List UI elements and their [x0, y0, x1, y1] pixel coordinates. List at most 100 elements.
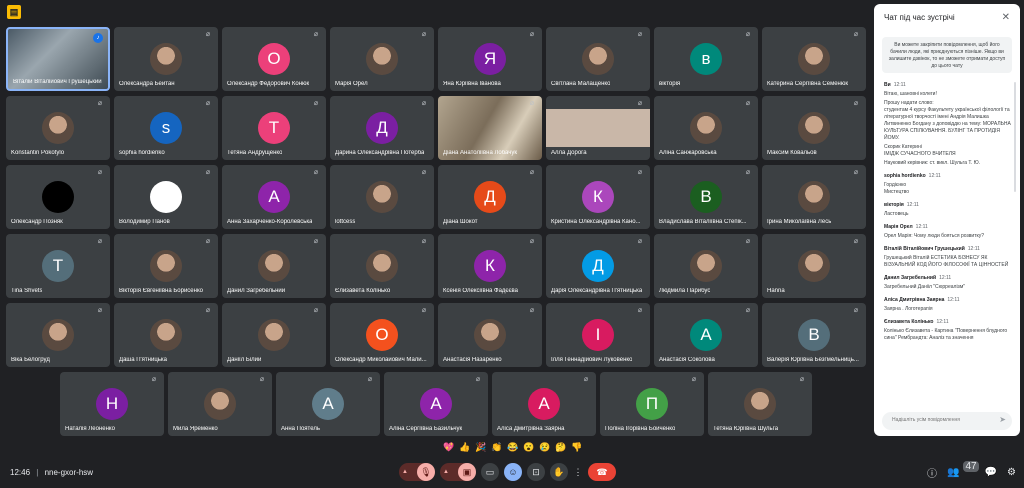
mic-off-button[interactable]: 🎙	[417, 463, 435, 481]
mic-muted-icon: ⌀	[421, 307, 427, 314]
participant-tile[interactable]: ⌀ Вікторія Євгеніївна Борисенко	[114, 234, 218, 298]
participant-tile[interactable]: ⌀ Тетяна Юріївна Шульга	[708, 372, 812, 436]
reaction-emoji[interactable]: 💖	[443, 442, 454, 453]
participant-tile[interactable]: ⌀ Максим Ковальов	[762, 96, 866, 160]
chat-author: Віталій Віталійович Грушецький	[884, 246, 965, 252]
mic-muted-icon: ⌀	[637, 238, 643, 245]
reaction-emoji[interactable]: 👏	[491, 442, 502, 453]
participant-tile[interactable]: ⌀ Даніїл Білий	[222, 303, 326, 367]
reaction-emoji[interactable]: 😂	[507, 442, 518, 453]
avatar	[258, 250, 290, 282]
avatar: Н	[96, 388, 128, 420]
participant-tile[interactable]: ⌀ Марія Орел	[330, 27, 434, 91]
participant-tile[interactable]: А ⌀ Аліса Дмитрівна Заярна	[492, 372, 596, 436]
chat-timestamp: 12:11	[928, 173, 941, 179]
participant-name: Світлана Малащенко	[551, 81, 611, 87]
mic-muted-icon: ⌀	[637, 100, 643, 107]
camera-options-chevron-icon[interactable]: ▲	[443, 469, 449, 475]
participant-tile[interactable]: ⌀ Konstantin Pokotylo	[6, 96, 110, 160]
participant-tile[interactable]: О ⌀ Олександр Федорович Конюк	[222, 27, 326, 91]
participant-tile[interactable]: ⌀ Діана Анатоліївна Лобачук	[438, 96, 542, 160]
participant-tile[interactable]: О ⌀ Олександр Миколайович Мали...	[330, 303, 434, 367]
participant-tile[interactable]: ⌀ Світлана Малащенко	[546, 27, 650, 91]
participant-tile[interactable]: ⌀ Ірина Миколаївна Лесь	[762, 165, 866, 229]
participants-count-badge: 47	[963, 461, 979, 472]
participant-tile[interactable]: в ⌀ вікторія	[654, 27, 758, 91]
reaction-emoji[interactable]: 😢	[539, 442, 550, 453]
participant-tile[interactable]: Т ⌀ Тетяна Андрущенко	[222, 96, 326, 160]
send-icon[interactable]: ➤	[999, 415, 1006, 424]
raise-hand-button[interactable]: ✋	[550, 463, 568, 481]
participant-tile[interactable]: І ⌀ Ілля Геннадійович Луковенко	[546, 303, 650, 367]
meeting-details-icon[interactable]: ⓘ	[927, 465, 937, 480]
activities-icon[interactable]: ⚙	[1007, 467, 1016, 478]
avatar: О	[366, 319, 398, 351]
participant-tile[interactable]: А ⌀ Анна Захарченко-Королевська	[222, 165, 326, 229]
participant-tile[interactable]: Д ⌀ Діана Шокот	[438, 165, 542, 229]
bottom-toolbar: 12:46 | nne-gxor-hsw ▲ 🎙 ▲ ▣ ▭ ☺ ⊡ ✋ ⋮ ☎…	[0, 460, 1024, 488]
participant-tile[interactable]: Д ⌀ Дарина Олександрівна Потерба	[330, 96, 434, 160]
participant-tile[interactable]: Д ⌀ Дарія Олександрівна П'ятницька	[546, 234, 650, 298]
participant-tile[interactable]: ⌀ Данил Загребельний	[222, 234, 326, 298]
participant-tile[interactable]: А ⌀ Анна Поятель	[276, 372, 380, 436]
participant-tile[interactable]: Н ⌀ Наталія Леоненко	[60, 372, 164, 436]
mic-muted-icon: ⌀	[745, 169, 751, 176]
leave-call-button[interactable]: ☎	[588, 463, 616, 481]
participant-tile[interactable]: ⌀ Hanna	[762, 234, 866, 298]
chat-message-input[interactable]	[892, 417, 992, 423]
reaction-emoji[interactable]: 🤔	[555, 442, 566, 453]
chat-scrollbar[interactable]	[1014, 82, 1016, 192]
participant-tile[interactable]: ⌀ Олександра Бейтан	[114, 27, 218, 91]
more-options-button[interactable]: ⋮	[573, 463, 583, 481]
participant-tile[interactable]: А ⌀ Анастасія Соколова	[654, 303, 758, 367]
participant-tile[interactable]: К ⌀ Кристина Олександрівна Кано...	[546, 165, 650, 229]
participant-tile[interactable]: ⌀ Катерина Сергіївна Семенюк	[762, 27, 866, 91]
chat-message-text: Колінько Єлизавета - Картина "Повернення…	[884, 328, 1008, 341]
participant-name: Ілля Геннадійович Луковенко	[551, 357, 633, 363]
camera-off-button[interactable]: ▣	[458, 463, 476, 481]
participant-tile[interactable]: ⌀ Даша П'ятницька	[114, 303, 218, 367]
emoji-reactions-button[interactable]: ☺	[504, 463, 522, 481]
participant-tile[interactable]: ⌀ Єлизавета Колінько	[330, 234, 434, 298]
participant-tile[interactable]: ⌀ Алла Дорога	[546, 96, 650, 160]
present-screen-button[interactable]: ⊡	[527, 463, 545, 481]
participant-tile[interactable]: П ⌀ Поліна Ігорівна Бойченко	[600, 372, 704, 436]
mic-muted-icon: ⌀	[97, 100, 103, 107]
participant-tile[interactable]: А ⌀ Аліна Сергіївна Базильчук	[384, 372, 488, 436]
reaction-emoji[interactable]: 😮	[523, 442, 534, 453]
participant-tile[interactable]: ♪ Віталій Віталійович Грушецький	[6, 27, 110, 91]
participant-tile[interactable]: К ⌀ Ксенія Олексіївна Фадєєва	[438, 234, 542, 298]
avatar: Я	[474, 43, 506, 75]
mic-muted-icon: ⌀	[205, 169, 211, 176]
participant-tile[interactable]: ⌀ Володимир Панов	[114, 165, 218, 229]
participant-tile[interactable]: ⌀ lottcess	[330, 165, 434, 229]
participant-tile[interactable]: ⌀ Олександр Позняк	[6, 165, 110, 229]
participant-tile[interactable]: ⌀ Мила Яременко	[168, 372, 272, 436]
participant-tile[interactable]: ⌀ Аліна Санжаровська	[654, 96, 758, 160]
chat-message-list[interactable]: Ви 12:11 Вітаю, шановні колеги! Прошу надат…	[884, 82, 1012, 404]
close-icon[interactable]: ✕	[1002, 12, 1010, 23]
participant-tile[interactable]: В ⌀ Владислава Віталіївна Степік...	[654, 165, 758, 229]
mic-muted-icon: ⌀	[421, 238, 427, 245]
participant-tile[interactable]: Я ⌀ Яна Юріївна Іванова	[438, 27, 542, 91]
participant-tile[interactable]: ⌀ Анастасія Назаренко	[438, 303, 542, 367]
meet-app-icon[interactable]: ▤	[7, 5, 21, 19]
reaction-emoji[interactable]: 🎉	[475, 442, 486, 453]
participant-tile[interactable]: s ⌀ sophia hordienko	[114, 96, 218, 160]
mic-options-chevron-icon[interactable]: ▲	[402, 469, 408, 475]
chat-message-text: Загребельний Данііл "Сюрреалізм"	[884, 284, 966, 290]
mic-muted-icon: ⌀	[745, 307, 751, 314]
participant-tile[interactable]: В ⌀ Валерія Юріївна Безгмельниць...	[762, 303, 866, 367]
people-icon[interactable]: 👥47	[947, 461, 979, 478]
participant-tile[interactable]: T ⌀ Tina Shvets	[6, 234, 110, 298]
avatar: В	[798, 319, 830, 351]
captions-button[interactable]: ▭	[481, 463, 499, 481]
participant-tile[interactable]: ⌀ Віка Белогруд	[6, 303, 110, 367]
reaction-emoji[interactable]: 👎	[571, 442, 582, 453]
camera-toggle-group: ▲ ▣	[440, 463, 476, 481]
reaction-emoji[interactable]: 👍	[459, 442, 470, 453]
chat-icon[interactable]: 💬	[985, 467, 997, 478]
participant-tile[interactable]: ⌀ Людмила Парибус	[654, 234, 758, 298]
chat-message: Марія Орел 12:11 Орел Марія: Чому люди боя…	[884, 224, 1012, 240]
chat-message-header: Данил Загребельний 12:11	[884, 275, 1012, 281]
